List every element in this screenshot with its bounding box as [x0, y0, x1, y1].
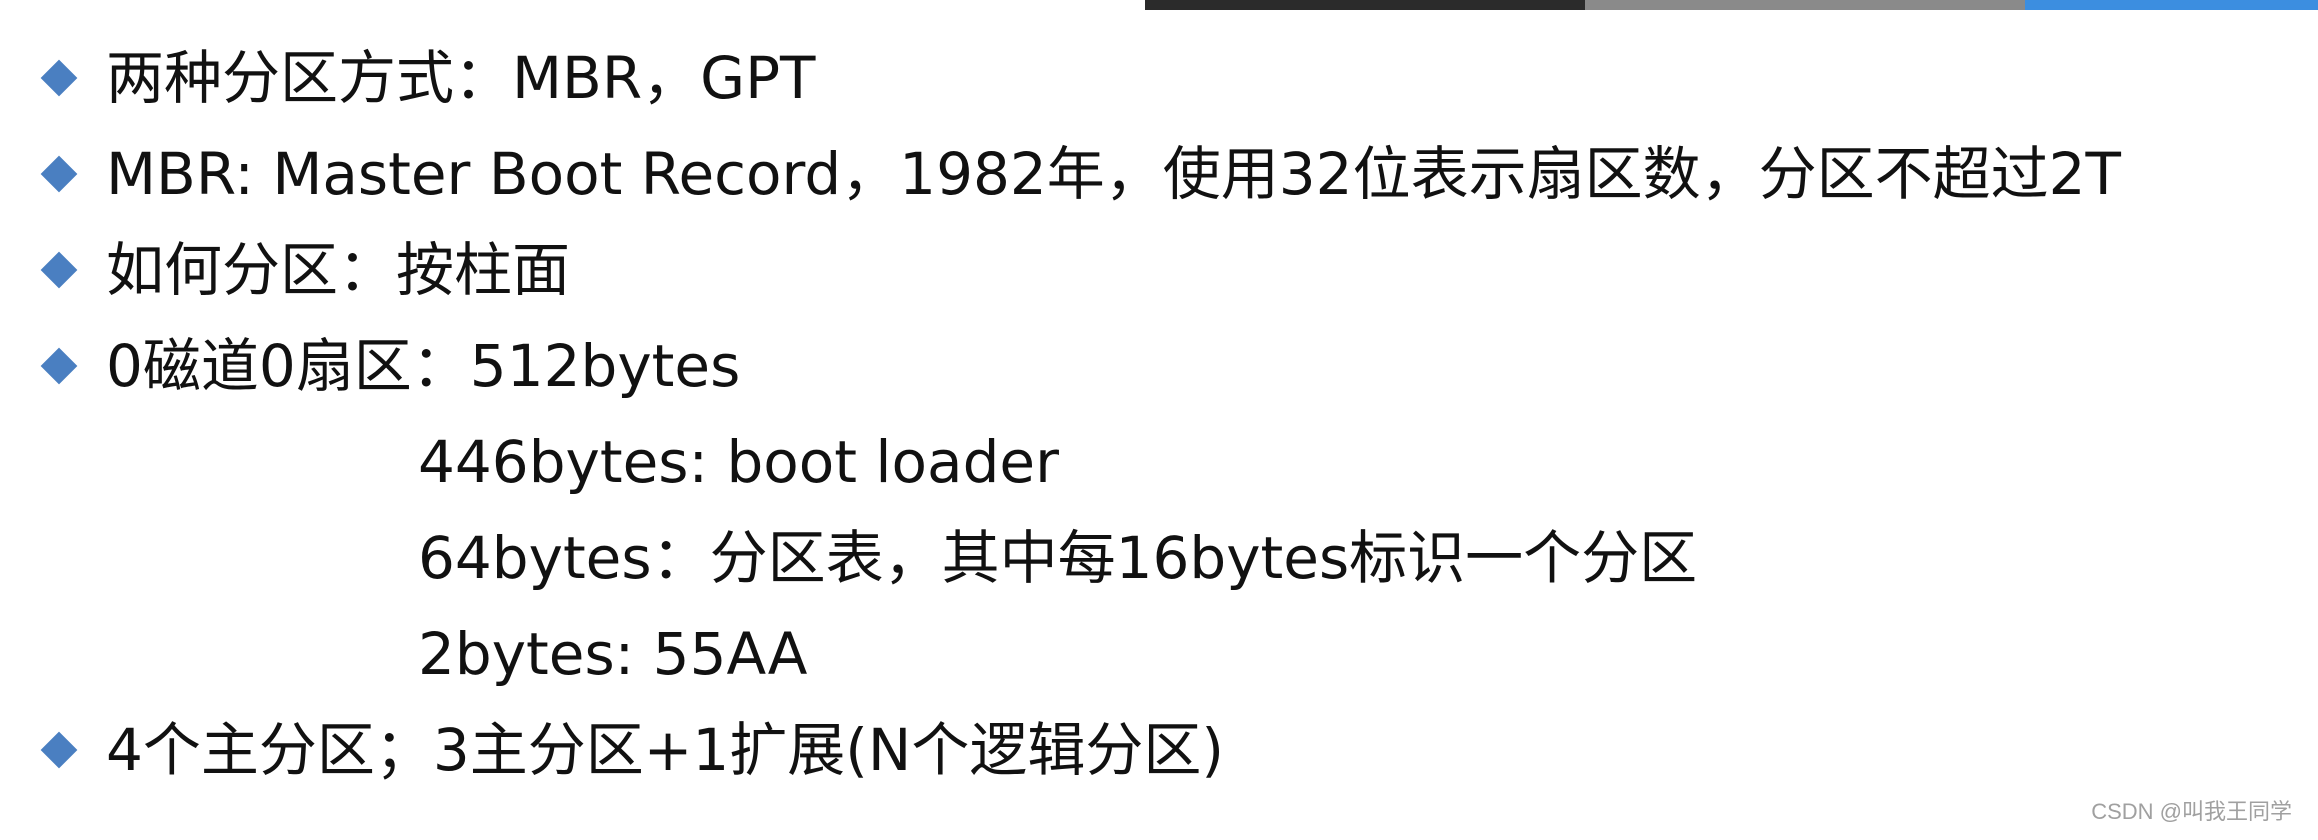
csdn-watermark: CSDN @叫我王同学 [2091, 799, 2292, 824]
bullet-item-primary-partitions: 4个主分区；3主分区+1扩展(N个逻辑分区) [36, 702, 2298, 798]
bullet-item-sector-zero: 0磁道0扇区：512bytes [36, 318, 2298, 414]
slide-content: 两种分区方式：MBR，GPT MBR: Master Boot Record，1… [36, 30, 2298, 798]
subline-partition-table: 64bytes：分区表，其中每16bytes标识一个分区 [36, 510, 2298, 606]
bullet-text: MBR: Master Boot Record，1982年，使用32位表示扇区数… [106, 140, 2121, 208]
top-bar-segment-dark [1145, 0, 1585, 10]
subline-signature: 2bytes: 55AA [36, 606, 2298, 702]
top-bar-segment-gray [1585, 0, 2025, 10]
top-progress-bar [1145, 0, 2318, 10]
subline-text: 64bytes：分区表，其中每16bytes标识一个分区 [418, 524, 1698, 592]
diamond-bullet-icon [40, 251, 78, 289]
diamond-bullet-icon [40, 347, 78, 385]
bullet-text: 0磁道0扇区：512bytes [106, 332, 741, 400]
diamond-bullet-icon [40, 59, 78, 97]
bullet-item-mbr-definition: MBR: Master Boot Record，1982年，使用32位表示扇区数… [36, 126, 2298, 222]
diamond-bullet-icon [40, 731, 78, 769]
top-bar-segment-blue [2025, 0, 2318, 10]
subline-text: 2bytes: 55AA [418, 620, 808, 688]
bullet-item-how-to-partition: 如何分区：按柱面 [36, 222, 2298, 318]
bullet-text: 4个主分区；3主分区+1扩展(N个逻辑分区) [106, 716, 1224, 784]
bullet-item-partition-methods: 两种分区方式：MBR，GPT [36, 30, 2298, 126]
subline-text: 446bytes: boot loader [418, 428, 1059, 496]
subline-boot-loader: 446bytes: boot loader [36, 414, 2298, 510]
diamond-bullet-icon [40, 155, 78, 193]
bullet-text: 如何分区：按柱面 [106, 236, 571, 304]
bullet-text: 两种分区方式：MBR，GPT [106, 44, 816, 112]
